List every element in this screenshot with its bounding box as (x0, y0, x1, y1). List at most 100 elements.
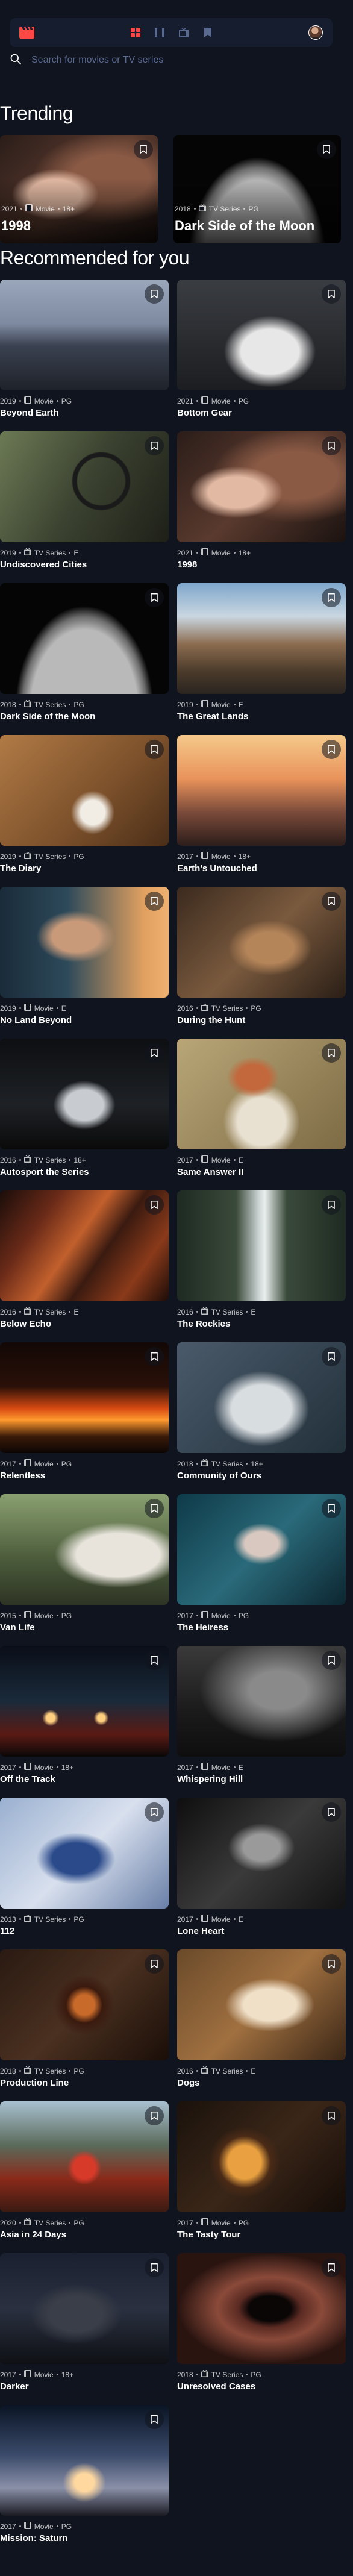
trending-card[interactable]: 2021 Movie 18+ 1998 (0, 135, 158, 243)
media-thumbnail[interactable] (0, 1190, 169, 1301)
media-thumbnail[interactable] (0, 1949, 169, 2060)
bookmark-icon[interactable] (145, 436, 164, 455)
media-thumbnail[interactable] (177, 583, 346, 694)
bookmark-icon[interactable] (145, 1499, 164, 1518)
media-thumbnail[interactable] (177, 2253, 346, 2364)
bookmark-icon[interactable] (322, 1802, 341, 1822)
media-thumbnail[interactable] (0, 1798, 169, 1909)
bookmark-icon[interactable] (145, 1651, 164, 1670)
media-card[interactable]: 2017 Movie E Same Answer II (177, 1039, 346, 1184)
media-card[interactable]: 2017 Movie 18+ Off the Track (0, 1646, 169, 1792)
media-thumbnail[interactable] (177, 280, 346, 390)
nav-tv-icon[interactable] (178, 28, 189, 37)
separator-dot (233, 1766, 236, 1768)
bookmark-icon[interactable] (322, 1347, 341, 1366)
media-card[interactable]: 2019 Movie PG Beyond Earth (0, 280, 169, 425)
bookmark-icon[interactable] (317, 140, 336, 159)
bookmark-icon[interactable] (145, 1195, 164, 1215)
media-card[interactable]: 2018 TV Series PG Dark Side of the Moon (0, 583, 169, 729)
bookmark-icon[interactable] (145, 2410, 164, 2429)
media-thumbnail[interactable] (177, 735, 346, 846)
search-input[interactable] (31, 55, 320, 66)
user-avatar[interactable] (308, 25, 323, 40)
bookmark-icon[interactable] (322, 1651, 341, 1670)
trending-card[interactable]: 2018 TV Series PG Dark Side of the Moon (173, 135, 341, 243)
media-card[interactable]: 2020 TV Series PG Asia in 24 Days (0, 2101, 169, 2247)
media-thumbnail[interactable] (0, 1494, 169, 1605)
media-thumbnail[interactable] (177, 1494, 346, 1605)
media-card[interactable]: 2018 TV Series PG Unresolved Cases (177, 2253, 346, 2399)
bookmark-icon[interactable] (322, 1043, 341, 1063)
media-card[interactable]: 2013 TV Series PG 112 (0, 1798, 169, 1943)
bookmark-icon[interactable] (145, 1043, 164, 1063)
media-card[interactable]: 2016 TV Series PG During the Hunt (177, 887, 346, 1033)
media-thumbnail[interactable] (0, 2405, 169, 2516)
bookmark-icon[interactable] (145, 588, 164, 607)
trending-carousel[interactable]: 2021 Movie 18+ 1998 2018 TV Series PG Da… (0, 135, 353, 243)
media-card[interactable]: 2016 TV Series E Below Echo (0, 1190, 169, 1336)
bookmark-icon[interactable] (134, 140, 153, 159)
nav-bookmarks-icon[interactable] (203, 28, 213, 37)
bookmark-icon[interactable] (145, 2258, 164, 2277)
media-thumbnail[interactable] (0, 583, 169, 694)
media-card[interactable]: 2019 Movie E The Great Lands (177, 583, 346, 729)
bookmark-icon[interactable] (145, 1954, 164, 1974)
media-card[interactable]: 2018 TV Series 18+ Community of Ours (177, 1342, 346, 1488)
media-thumbnail[interactable] (0, 2253, 169, 2364)
nav-movies-icon[interactable] (154, 28, 164, 37)
bookmark-icon[interactable] (145, 1347, 164, 1366)
bookmark-icon[interactable] (145, 2106, 164, 2125)
bookmark-icon[interactable] (145, 740, 164, 759)
media-card[interactable]: 2017 Movie PG The Tasty Tour (177, 2101, 346, 2247)
bookmark-icon[interactable] (322, 1195, 341, 1215)
media-thumbnail[interactable] (0, 280, 169, 390)
logo-icon[interactable] (19, 27, 34, 39)
media-thumbnail[interactable] (0, 735, 169, 846)
media-card[interactable]: 2021 Movie PG Bottom Gear (177, 280, 346, 425)
media-card[interactable]: 2017 Movie 18+ Darker (0, 2253, 169, 2399)
bookmark-icon[interactable] (322, 1954, 341, 1974)
media-thumbnail[interactable] (0, 431, 169, 542)
media-thumbnail[interactable] (177, 1039, 346, 1149)
media-thumbnail[interactable] (177, 2101, 346, 2212)
bookmark-icon[interactable] (322, 284, 341, 304)
media-thumbnail[interactable] (177, 1342, 346, 1453)
media-card[interactable]: 2017 Movie E Whispering Hill (177, 1646, 346, 1792)
bookmark-icon[interactable] (145, 284, 164, 304)
media-thumbnail[interactable] (177, 1190, 346, 1301)
media-thumbnail[interactable] (0, 887, 169, 998)
bookmark-icon[interactable] (145, 1802, 164, 1822)
media-thumbnail[interactable] (177, 431, 346, 542)
media-thumbnail[interactable] (0, 1342, 169, 1453)
media-card[interactable]: 2017 Movie PG Relentless (0, 1342, 169, 1488)
bookmark-icon[interactable] (322, 588, 341, 607)
media-card[interactable]: 2017 Movie E Lone Heart (177, 1798, 346, 1943)
bookmark-icon[interactable] (322, 740, 341, 759)
media-card[interactable]: 2015 Movie PG Van Life (0, 1494, 169, 1640)
media-card[interactable]: 2016 TV Series E The Rockies (177, 1190, 346, 1336)
nav-home-icon[interactable] (130, 28, 140, 37)
media-thumbnail[interactable] (0, 1039, 169, 1149)
media-thumbnail[interactable] (177, 1646, 346, 1757)
bookmark-icon[interactable] (145, 892, 164, 911)
media-card[interactable]: 2016 TV Series 18+ Autosport the Series (0, 1039, 169, 1184)
media-thumbnail[interactable] (177, 1949, 346, 2060)
media-thumbnail[interactable] (177, 1798, 346, 1909)
media-thumbnail[interactable] (177, 887, 346, 998)
bookmark-icon[interactable] (322, 892, 341, 911)
media-card[interactable]: 2019 TV Series E Undiscovered Cities (0, 431, 169, 577)
bookmark-icon[interactable] (322, 1499, 341, 1518)
bookmark-icon[interactable] (322, 436, 341, 455)
media-card[interactable]: 2021 Movie 18+ 1998 (177, 431, 346, 577)
bookmark-icon[interactable] (322, 2258, 341, 2277)
media-card[interactable]: 2019 TV Series PG The Diary (0, 735, 169, 881)
media-thumbnail[interactable] (0, 1646, 169, 1757)
media-card[interactable]: 2017 Movie 18+ Earth's Untouched (177, 735, 346, 881)
media-card[interactable]: 2017 Movie PG The Heiress (177, 1494, 346, 1640)
bookmark-icon[interactable] (322, 2106, 341, 2125)
media-card[interactable]: 2017 Movie PG Mission: Saturn (0, 2405, 169, 2551)
media-card[interactable]: 2019 Movie E No Land Beyond (0, 887, 169, 1033)
media-thumbnail[interactable] (0, 2101, 169, 2212)
media-card[interactable]: 2018 TV Series PG Production Line (0, 1949, 169, 2095)
media-card[interactable]: 2016 TV Series E Dogs (177, 1949, 346, 2095)
